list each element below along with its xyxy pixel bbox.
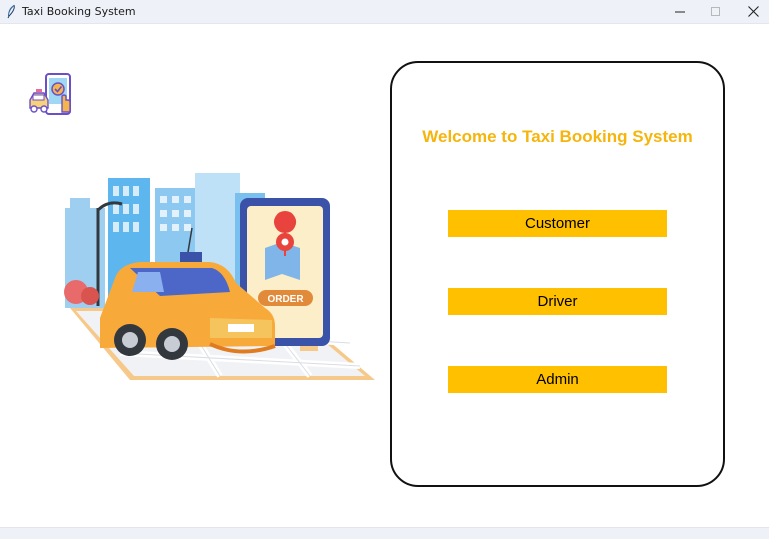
- admin-button[interactable]: Admin: [448, 366, 667, 393]
- svg-text:ORDER: ORDER: [267, 294, 304, 305]
- taxi-booking-app-logo-icon: [29, 73, 71, 115]
- driver-button[interactable]: Driver: [448, 288, 667, 315]
- customer-button[interactable]: Customer: [448, 210, 667, 237]
- close-icon: [747, 6, 759, 17]
- minimize-icon: [675, 11, 685, 12]
- welcome-heading: Welcome to Taxi Booking System: [422, 127, 693, 146]
- minimize-button[interactable]: [662, 0, 698, 23]
- window-title: Taxi Booking System: [22, 5, 136, 18]
- role-selection-panel: Welcome to Taxi Booking System Customer …: [390, 61, 725, 487]
- maximize-button[interactable]: [698, 0, 734, 23]
- bottom-edge: [0, 527, 769, 539]
- taxi-order-illustration: ORDER: [64, 173, 375, 380]
- close-button[interactable]: [735, 0, 769, 23]
- feather-icon: [7, 4, 15, 19]
- title-bar: Taxi Booking System: [0, 0, 769, 24]
- maximize-icon: [711, 6, 720, 16]
